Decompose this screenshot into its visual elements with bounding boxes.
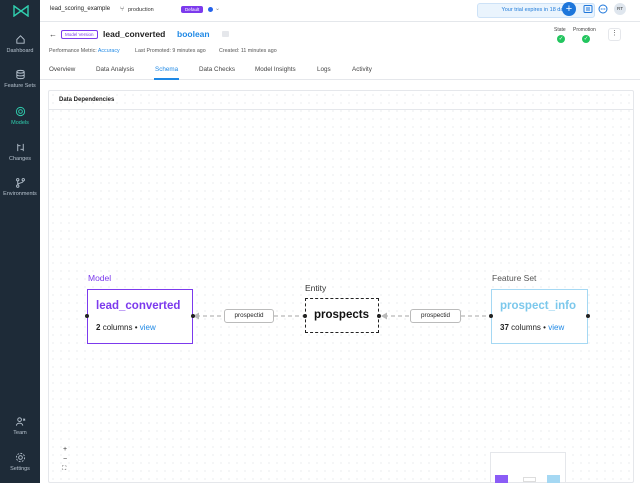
model-node-title: lead_converted xyxy=(96,300,181,312)
model-node-label: Model xyxy=(88,273,112,283)
entity-port-left xyxy=(303,314,307,318)
join-key-pill-right[interactable]: prospectid xyxy=(410,309,461,323)
columns-text: columns xyxy=(102,323,133,332)
feature-column-count: 37 xyxy=(500,323,509,332)
entity-port-right xyxy=(377,314,381,318)
dependency-edges xyxy=(193,312,490,320)
minimap[interactable] xyxy=(490,452,566,483)
zoom-in-button[interactable]: + xyxy=(63,446,67,453)
feature-set-node[interactable]: prospect_info 37 columns • view xyxy=(491,289,588,344)
fit-view-button[interactable]: ⛶ xyxy=(62,466,66,473)
model-port-left xyxy=(85,314,89,318)
separator-dot: • xyxy=(134,323,138,332)
minimap-model-node xyxy=(495,475,508,483)
columns-text: columns xyxy=(511,323,541,332)
feature-set-port-left xyxy=(489,314,493,318)
feature-set-node-label: Feature Set xyxy=(492,273,537,283)
minimap-feature-node xyxy=(547,475,560,483)
model-port-right xyxy=(191,314,195,318)
minimap-entity-node xyxy=(523,477,536,482)
separator-dot: • xyxy=(543,323,546,332)
zoom-out-button[interactable]: − xyxy=(63,456,67,463)
model-view-link[interactable]: view xyxy=(140,323,156,332)
model-node[interactable]: lead_converted 2 columns • view xyxy=(87,289,193,344)
entity-node-label: Entity xyxy=(305,283,327,293)
model-node-columns: 2 columns • view xyxy=(96,323,156,332)
entity-node[interactable]: prospects xyxy=(305,298,379,333)
arrow-entity-icon xyxy=(381,312,387,320)
feature-set-port-right xyxy=(586,314,590,318)
model-column-count: 2 xyxy=(96,323,101,332)
feature-set-node-title: prospect_info xyxy=(500,300,577,312)
entity-node-title: prospects xyxy=(314,309,369,321)
feature-set-node-columns: 37 columns • view xyxy=(500,323,564,332)
feature-set-view-link[interactable]: view xyxy=(548,323,564,332)
join-key-pill-left[interactable]: prospectid xyxy=(224,309,274,323)
